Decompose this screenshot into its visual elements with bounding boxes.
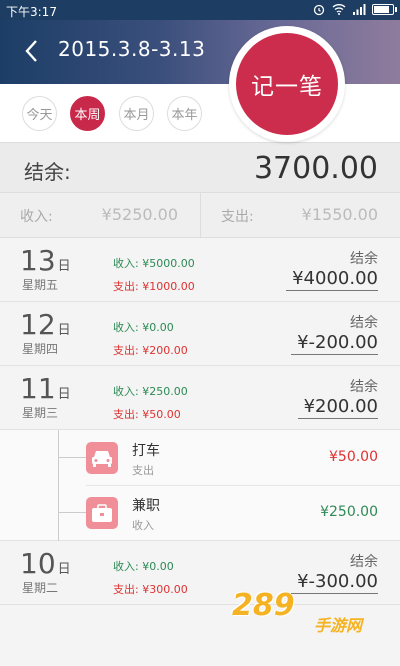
tab-this-month[interactable]: 本月 — [119, 96, 154, 131]
watermark-site: 手游网 — [314, 616, 363, 635]
day-date: 12 日 — [20, 308, 71, 341]
balance-label: 结余: — [24, 160, 71, 184]
day-date: 11 日 — [20, 372, 71, 405]
briefcase-icon — [86, 497, 118, 529]
day-income: 收入: ¥0.00 — [113, 321, 174, 334]
expense-summary-label: 支出: — [221, 209, 254, 225]
day-expense: 支出: ¥200.00 — [113, 344, 188, 357]
day-income: 收入: ¥0.00 — [113, 560, 174, 573]
day-row[interactable]: 13 日 星期五 收入: ¥5000.00 支出: ¥1000.00 结余 ¥40… — [0, 238, 400, 302]
income-summary-value: ¥5250.00 — [101, 205, 178, 224]
tab-this-year[interactable]: 本年 — [167, 96, 202, 131]
day-weekday: 星期三 — [22, 406, 59, 420]
item-name: 打车 — [132, 443, 160, 459]
day-net-value: ¥200.00 — [297, 396, 378, 419]
tab-this-week[interactable]: 本周 — [70, 96, 105, 131]
expense-summary-value: ¥1550.00 — [301, 205, 378, 224]
day-expense: 支出: ¥1000.00 — [113, 280, 195, 293]
day-date: 13 日 — [20, 244, 71, 277]
day-income: 收入: ¥5000.00 — [113, 257, 195, 270]
item-amount: ¥250.00 — [320, 504, 378, 520]
wifi-icon — [332, 4, 346, 15]
battery-icon — [372, 3, 397, 15]
income-expense-summary: 收入: ¥5250.00 支出: ¥1550.00 — [0, 192, 400, 238]
date-range-title: 2015.3.8-3.13 — [58, 37, 206, 61]
watermark-number: 289 — [232, 588, 295, 623]
expense-summary: 支出: ¥1550.00 — [200, 193, 400, 237]
item-category: 收入 — [132, 519, 154, 532]
status-bar: 下午3:17 — [0, 0, 400, 20]
day-row[interactable]: 11 日 星期三 收入: ¥250.00 支出: ¥50.00 结余 ¥200.0… — [0, 366, 400, 430]
day-expense: 支出: ¥300.00 — [113, 583, 188, 596]
record-entry-label: 记一笔 — [236, 33, 338, 135]
day-row[interactable]: 12 日 星期四 收入: ¥0.00 支出: ¥200.00 结余 ¥-200.0… — [0, 302, 400, 366]
status-time: 下午3:17 — [6, 5, 57, 19]
watermark-logo: 289 手游网 — [232, 588, 392, 636]
income-summary-label: 收入: — [20, 209, 53, 225]
day-weekday: 星期二 — [22, 581, 59, 595]
signal-icon — [353, 4, 366, 15]
car-icon — [86, 442, 118, 474]
alarm-icon — [313, 4, 325, 16]
item-category: 支出 — [132, 464, 154, 477]
day-income: 收入: ¥250.00 — [113, 385, 188, 398]
day-net-label: 结余 — [350, 379, 378, 395]
daily-record-list: 13 日 星期五 收入: ¥5000.00 支出: ¥1000.00 结余 ¥40… — [0, 238, 400, 605]
list-item[interactable]: 打车 支出 ¥50.00 — [0, 430, 400, 485]
timeline-connector — [58, 512, 86, 513]
status-icons — [312, 2, 397, 16]
day-net-label: 结余 — [350, 554, 378, 570]
day-net-label: 结余 — [350, 315, 378, 331]
timeline-connector — [58, 457, 86, 458]
item-amount: ¥50.00 — [329, 449, 378, 465]
day-expense: 支出: ¥50.00 — [113, 408, 181, 421]
balance-value: 3700.00 — [253, 151, 378, 186]
income-summary: 收入: ¥5250.00 — [0, 193, 200, 237]
back-arrow-icon[interactable] — [22, 38, 42, 64]
tab-today[interactable]: 今天 — [22, 96, 57, 131]
record-entry-button[interactable]: 记一笔 — [229, 26, 345, 142]
day-detail-items: 打车 支出 ¥50.00 兼职 收入 ¥250.00 — [0, 430, 400, 542]
day-weekday: 星期五 — [22, 278, 59, 292]
day-weekday: 星期四 — [22, 342, 59, 356]
day-date: 10 日 — [20, 547, 71, 580]
list-item[interactable]: 兼职 收入 ¥250.00 — [0, 485, 400, 540]
item-name: 兼职 — [132, 498, 160, 514]
day-net-value: ¥-200.00 — [291, 332, 378, 355]
day-net-value: ¥4000.00 — [286, 268, 378, 291]
balance-bar: 结余: 3700.00 — [0, 142, 400, 192]
day-net-label: 结余 — [350, 251, 378, 267]
